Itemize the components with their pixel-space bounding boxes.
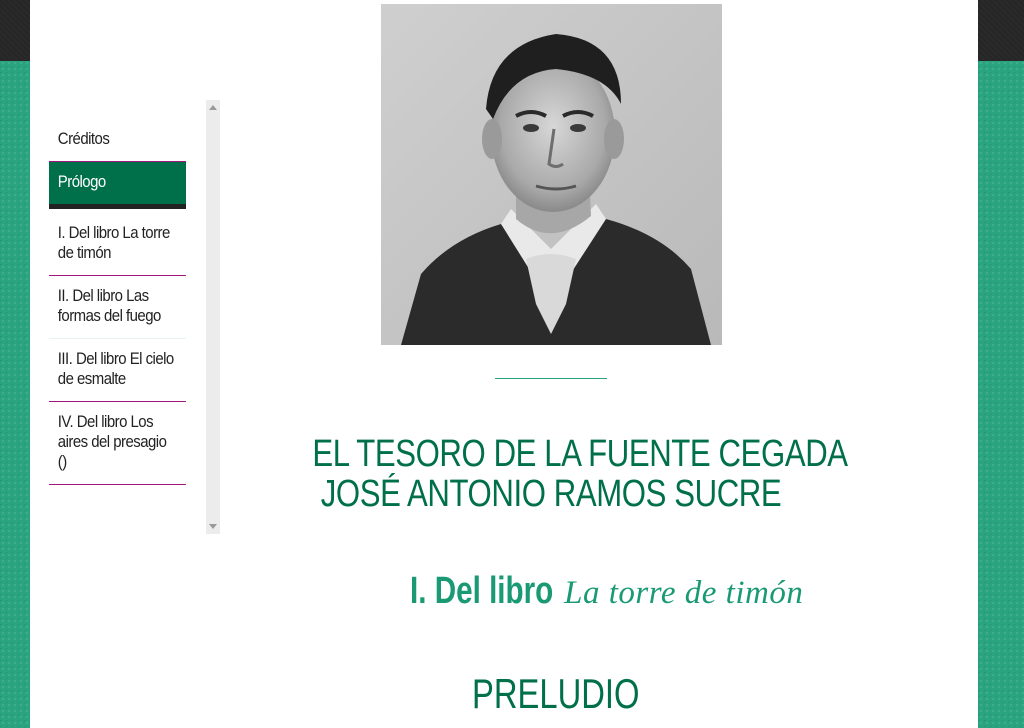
book-title: EL TESORO DE LA FUENTE CEGADA JOSÉ ANTON… [312,433,848,515]
book-title-line2: JOSÉ ANTONIO RAMOS SUCRE [320,473,782,515]
sidebar-scrollbar[interactable] [206,100,220,534]
scroll-up-icon[interactable] [209,105,217,110]
sidebar-item-label: III. Del libro El cielo de esmalte [57,349,174,388]
sidebar-item-label: II. Del libro Las formas del fuego [57,286,162,325]
sidebar-item-creditos[interactable]: Créditos [49,99,186,162]
sidebar-item-aires-del-presagio[interactable]: IV. Del libro Los aires del presagio () [49,402,186,485]
author-portrait [381,4,722,345]
sidebar-item-torre-de-timon[interactable]: I. Del libro La torre de timón [49,209,186,276]
sidebar-item-label: I. Del libro La torre de timón [57,223,171,262]
book-title-line1: EL TESORO DE LA FUENTE CEGADA [312,433,848,475]
sidebar-item-formas-del-fuego[interactable]: II. Del libro Las formas del fuego [49,276,186,339]
title-divider [495,378,607,379]
sidebar-item-prologo[interactable]: Prólogo [49,162,186,209]
section-book-name: La torre de timón [564,575,804,611]
scroll-down-icon[interactable] [209,524,217,529]
sidebar-item-label: Prólogo [57,172,106,191]
page-content: EL TESORO DE LA FUENTE CEGADA JOSÉ ANTON… [30,0,978,728]
sidebar-nav: Créditos Prólogo I. Del libro La torre d… [49,99,186,485]
sidebar-item-label: Créditos [57,129,110,148]
sidebar-item-label: IV. Del libro Los aires del presagio () [57,412,167,471]
section-prefix: I. Del libro [410,570,554,612]
sidebar-item-cielo-de-esmalte[interactable]: III. Del libro El cielo de esmalte [49,339,186,402]
poem-title: PRELUDIO [472,670,640,717]
section-heading: I. Del libro La torre de timón [410,570,803,613]
